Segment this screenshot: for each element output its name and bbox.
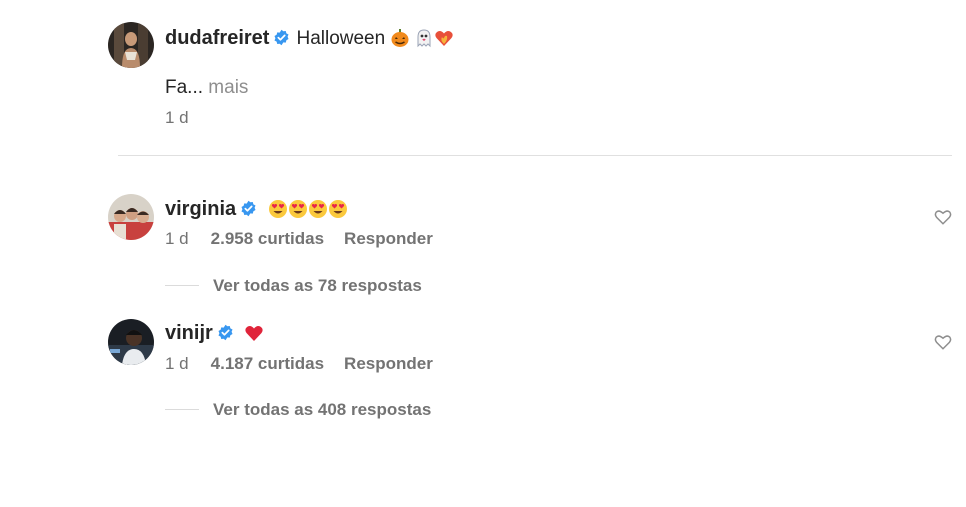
more-link[interactable]: mais	[208, 77, 248, 98]
likes-count[interactable]: 2.958 curtidas	[211, 229, 324, 248]
comment-time: 1 d	[165, 229, 189, 248]
avatar-vinijr[interactable]	[108, 319, 154, 365]
comment-time: 1 d	[165, 354, 189, 373]
replies-line	[165, 409, 199, 410]
caption-meta: 1 d	[165, 108, 211, 128]
ghost-emoji-icon	[414, 28, 434, 48]
view-replies-button[interactable]: Ver todas as 408 respostas	[213, 400, 431, 420]
comments-view: dudafreiret Halloween Fa... mais 1 d virg…	[0, 0, 966, 507]
comment-line-virginia: virginia	[165, 198, 348, 221]
caption-body-text: Fa...	[165, 77, 204, 98]
caption-text: Halloween	[296, 28, 386, 49]
caption-divider	[118, 155, 952, 156]
likes-count[interactable]: 4.187 curtidas	[211, 354, 324, 373]
avatar-dudafreiret[interactable]	[108, 22, 154, 68]
caption-username[interactable]: dudafreiret	[165, 27, 269, 49]
avatar-virginia[interactable]	[108, 194, 154, 240]
verified-badge-icon	[240, 200, 257, 217]
heart-on-fire-emoji-icon	[434, 28, 454, 48]
like-heart-icon[interactable]	[934, 208, 952, 226]
verified-badge-icon	[217, 324, 234, 341]
heart-eyes-emoji-icon	[288, 199, 308, 219]
comment-username[interactable]: virginia	[165, 198, 236, 220]
view-replies-button[interactable]: Ver todas as 78 respostas	[213, 276, 422, 296]
caption-time: 1 d	[165, 108, 189, 127]
jack-o-lantern-emoji-icon	[390, 28, 410, 48]
heart-eyes-emoji-icon	[328, 199, 348, 219]
like-heart-icon[interactable]	[934, 333, 952, 351]
verified-badge-icon	[273, 29, 290, 46]
comment-meta-vinijr: 1 d 4.187 curtidas Responder	[165, 354, 433, 374]
caption-line: dudafreiret Halloween	[165, 27, 454, 50]
comment-meta-virginia: 1 d 2.958 curtidas Responder	[165, 229, 433, 249]
red-heart-emoji-icon	[244, 323, 264, 343]
comment-line-vinijr: vinijr	[165, 322, 264, 345]
heart-eyes-emoji-icon	[308, 199, 328, 219]
caption-body: Fa... mais	[165, 77, 248, 99]
reply-button[interactable]: Responder	[344, 229, 433, 248]
reply-button[interactable]: Responder	[344, 354, 433, 373]
heart-eyes-emoji-icon	[268, 199, 288, 219]
comment-username[interactable]: vinijr	[165, 322, 213, 344]
replies-line	[165, 285, 199, 286]
